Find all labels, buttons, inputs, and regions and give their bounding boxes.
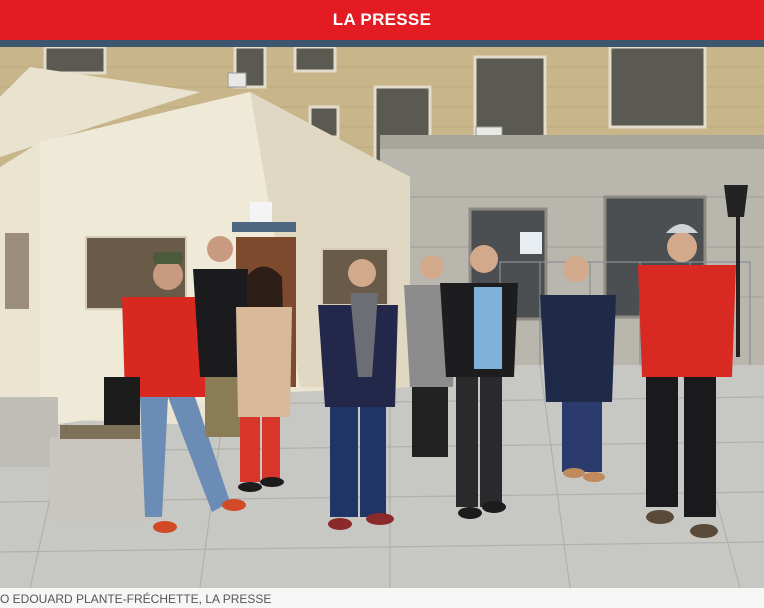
sign-panel: [520, 232, 542, 254]
header-divider: [0, 40, 764, 47]
site-header: LA PRESSE: [0, 0, 764, 40]
article-photo: [0, 47, 764, 588]
tent-door-stripe: [232, 222, 296, 232]
street-lamp-head: [724, 185, 748, 217]
photo-credit: O EDOUARD PLANTE-FRÉCHETTE, LA PRESSE: [0, 592, 272, 606]
concrete-planter: [50, 435, 150, 522]
site-logo[interactable]: LA PRESSE: [333, 10, 431, 30]
concrete-bench: [0, 397, 58, 467]
tent-sign: [250, 202, 272, 222]
